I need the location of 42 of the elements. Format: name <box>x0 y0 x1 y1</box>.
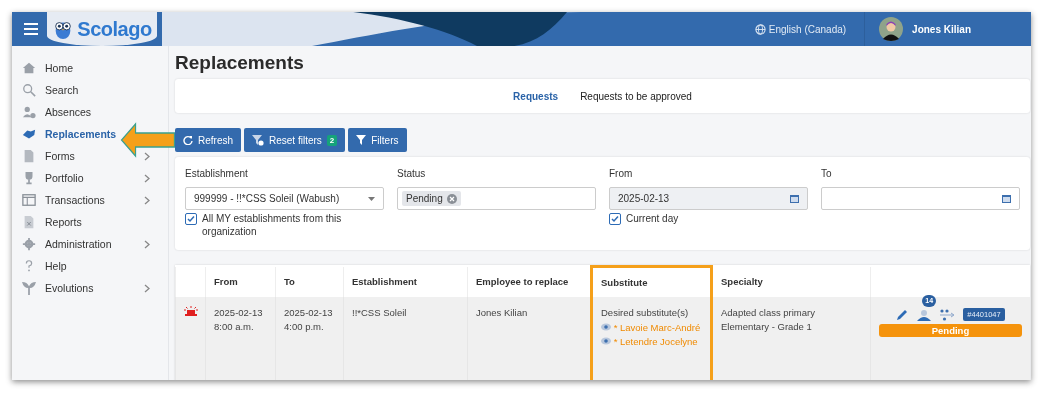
status-field[interactable]: Pending <box>397 187 596 210</box>
substitute-heading: Desired substitute(s) <box>601 306 690 320</box>
reset-filters-button[interactable]: Reset filters 2 <box>244 128 346 152</box>
sidebar-item[interactable]: Home <box>12 57 75 79</box>
sidebar-item[interactable]: Transactions <box>12 189 168 211</box>
column-header: Specialty <box>711 266 871 297</box>
column-header: Substitute <box>591 266 712 297</box>
language-selector[interactable]: English (Canada) <box>754 23 847 35</box>
field-label: Status <box>397 168 427 179</box>
status-badge: Pending <box>879 324 1022 337</box>
table-cell: Jones Kilian <box>476 307 528 318</box>
column-header: From <box>205 266 276 297</box>
sidebar-item[interactable]: Portfolio <box>12 167 168 189</box>
establishment-select[interactable]: 999999 - !!*CSS Soleil (Wabush) <box>185 187 384 210</box>
sidebar-item[interactable]: Help <box>12 255 69 277</box>
tab[interactable]: Requests to be approved <box>580 90 692 102</box>
sidebar-item[interactable]: Evolutions <box>12 277 168 299</box>
table-cell: Adapted class primary Elementary - Grade 1 <box>721 307 815 332</box>
sidebar-item[interactable]: Search <box>12 79 81 101</box>
column-header: Employee to replace <box>467 266 592 297</box>
checkbox-label: Current day <box>626 212 679 225</box>
sidebar-item[interactable]: Reports <box>12 211 84 233</box>
table-cell: 2025-02-13 4:00 p.m. <box>284 307 333 332</box>
field-label: From <box>609 168 634 179</box>
sidebar-item[interactable]: Forms <box>12 145 168 167</box>
sidebar-item[interactable]: Replacements <box>12 123 119 145</box>
table-cell: !!*CSS Soleil <box>352 307 407 318</box>
tab[interactable]: Requests <box>513 90 559 102</box>
sidebar-item[interactable]: Administration <box>12 233 168 255</box>
refresh-button[interactable]: Refresh <box>175 128 241 152</box>
sidebar-item[interactable]: Absences <box>12 101 94 123</box>
column-header: To <box>275 266 344 297</box>
field-label: Establishment <box>185 168 249 179</box>
table-cell: 2025-02-13 8:00 a.m. <box>214 307 263 332</box>
filters-button[interactable]: Filters <box>348 128 407 152</box>
checkbox-label: All MY establishments from this organization <box>202 212 343 238</box>
status-tag: Pending <box>402 191 461 206</box>
column-header: Establishment <box>343 266 468 297</box>
page-title: Replacements <box>175 52 305 74</box>
count-badge: 2 <box>326 134 338 146</box>
field-label: To <box>821 168 833 179</box>
user-name[interactable]: Jones Kilian <box>912 23 971 35</box>
